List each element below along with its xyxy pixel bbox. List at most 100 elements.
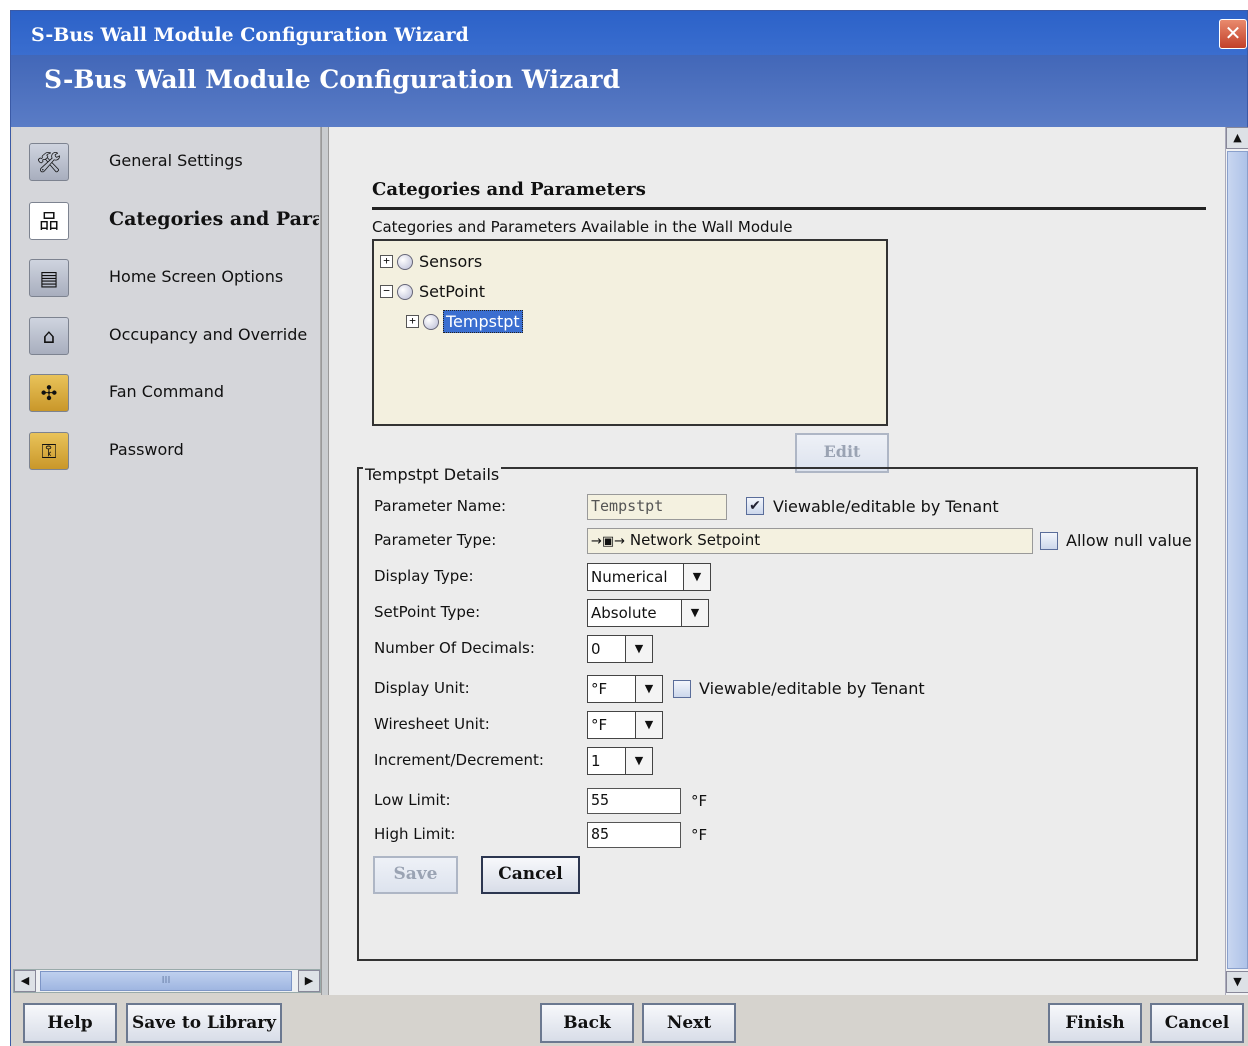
sidebar-item-label: Password bbox=[109, 440, 184, 459]
display-type-select[interactable]: Numerical ▼ bbox=[587, 563, 711, 591]
display-type-value: Numerical bbox=[591, 568, 668, 586]
sidebar-item-label: Categories and Parameters bbox=[109, 208, 319, 230]
section-divider bbox=[372, 207, 1206, 210]
tree-node-tempstpt[interactable]: + Tempstpt bbox=[406, 310, 523, 335]
cancel-details-button[interactable]: Cancel bbox=[481, 856, 580, 894]
node-circle-icon bbox=[397, 253, 413, 270]
sidebar-item-home-screen-options[interactable]: ▤ Home Screen Options bbox=[13, 251, 321, 303]
expand-icon[interactable]: + bbox=[406, 315, 419, 328]
node-circle-icon bbox=[423, 313, 439, 330]
save-button[interactable]: Save bbox=[373, 856, 458, 894]
sidebar-item-password[interactable]: ⚿ Password bbox=[13, 424, 321, 476]
chevron-down-icon[interactable]: ▼ bbox=[635, 712, 662, 738]
tree-node-label: SetPoint bbox=[419, 282, 485, 301]
high-limit-label: High Limit: bbox=[374, 825, 456, 843]
parameter-name-field[interactable]: Tempstpt bbox=[587, 494, 727, 520]
setpoint-type-select[interactable]: Absolute ▼ bbox=[587, 599, 709, 627]
finish-button[interactable]: Finish bbox=[1048, 1003, 1142, 1043]
save-to-library-button[interactable]: Save to Library bbox=[126, 1003, 282, 1043]
setpoint-type-label: SetPoint Type: bbox=[374, 603, 481, 621]
wizard-heading: S-Bus Wall Module Configuration Wizard bbox=[44, 65, 621, 94]
sidebar-item-label: Fan Command bbox=[109, 382, 224, 401]
main-panel: Categories and Parameters Categories and… bbox=[329, 127, 1225, 995]
chevron-down-icon[interactable]: ▼ bbox=[683, 564, 710, 590]
settings-icon: 🛠 bbox=[29, 143, 69, 181]
node-circle-icon bbox=[397, 283, 413, 300]
sidebar-item-occupancy-and-override[interactable]: ⌂ Occupancy and Override bbox=[13, 309, 321, 361]
increment-label: Increment/Decrement: bbox=[374, 751, 544, 769]
sidebar-item-label: Home Screen Options bbox=[109, 267, 284, 286]
pane-splitter[interactable] bbox=[321, 127, 329, 995]
wiresheet-unit-select[interactable]: °F ▼ bbox=[587, 711, 663, 739]
setpoint-type-value: Absolute bbox=[591, 604, 657, 622]
parameter-type-label: Parameter Type: bbox=[374, 531, 497, 549]
scroll-thumb[interactable] bbox=[1227, 151, 1248, 969]
tree-caption: Categories and Parameters Available in t… bbox=[372, 218, 793, 236]
low-limit-unit: °F bbox=[691, 792, 708, 810]
wiresheet-unit-value: °F bbox=[591, 716, 608, 734]
category-tree: + Sensors − SetPoint + Tempstpt bbox=[372, 239, 888, 426]
next-button[interactable]: Next bbox=[642, 1003, 736, 1043]
sidebar: 🛠 General Settings 品 Categories and Para… bbox=[13, 127, 321, 979]
chevron-down-icon[interactable]: ▼ bbox=[635, 676, 662, 702]
close-icon[interactable]: ✕ bbox=[1219, 19, 1247, 49]
details-legend: Tempstpt Details bbox=[363, 465, 502, 484]
scroll-down-icon[interactable]: ▼ bbox=[1226, 971, 1248, 993]
tree-node-label: Sensors bbox=[419, 252, 483, 271]
display-type-label: Display Type: bbox=[374, 567, 474, 585]
tree-node-label: Tempstpt bbox=[443, 310, 523, 333]
display-unit-select[interactable]: °F ▼ bbox=[587, 675, 663, 703]
chevron-down-icon[interactable]: ▼ bbox=[625, 748, 652, 774]
occupancy-icon: ⌂ bbox=[29, 317, 69, 355]
sidebar-horizontal-scrollbar[interactable]: ◀ III ▶ bbox=[13, 969, 321, 993]
chevron-down-icon[interactable]: ▼ bbox=[625, 636, 652, 662]
sidebar-item-general-settings[interactable]: 🛠 General Settings bbox=[13, 135, 321, 187]
parameter-type-field: →▣→ Network Setpoint bbox=[587, 528, 1033, 554]
chevron-down-icon[interactable]: ▼ bbox=[681, 600, 708, 626]
decimals-select[interactable]: 0 ▼ bbox=[587, 635, 653, 663]
scroll-up-icon[interactable]: ▲ bbox=[1226, 127, 1248, 149]
footer-bar: Help Save to Library Back Next Finish Ca… bbox=[11, 995, 1248, 1046]
sidebar-item-fan-command[interactable]: ✣ Fan Command bbox=[13, 366, 321, 418]
viewable-tenant-label: Viewable/editable by Tenant bbox=[773, 497, 999, 516]
window-title: S-Bus Wall Module Configuration Wizard bbox=[31, 24, 469, 46]
allow-null-checkbox[interactable] bbox=[1040, 532, 1058, 550]
sidebar-item-categories-and-parameters[interactable]: 品 Categories and Parameters bbox=[13, 194, 321, 246]
increment-value: 1 bbox=[591, 752, 601, 770]
display-unit-label: Display Unit: bbox=[374, 679, 470, 697]
display-unit-value: °F bbox=[591, 680, 608, 698]
sidebar-item-label: General Settings bbox=[109, 151, 243, 170]
section-title: Categories and Parameters bbox=[372, 179, 646, 200]
expand-icon[interactable]: + bbox=[380, 255, 393, 268]
display-unit-viewable-checkbox[interactable] bbox=[673, 680, 691, 698]
hierarchy-icon: 品 bbox=[29, 202, 69, 240]
title-bar: S-Bus Wall Module Configuration Wizard bbox=[11, 11, 1247, 61]
parameter-name-label: Parameter Name: bbox=[374, 497, 507, 515]
tree-node-setpoint[interactable]: − SetPoint bbox=[380, 281, 487, 305]
wiresheet-unit-label: Wiresheet Unit: bbox=[374, 715, 490, 733]
allow-null-label: Allow null value bbox=[1066, 531, 1192, 550]
collapse-icon[interactable]: − bbox=[380, 285, 393, 298]
wizard-window: S-Bus Wall Module Configuration Wizard ✕… bbox=[10, 10, 1248, 1046]
main-vertical-scrollbar[interactable]: ▲ ▼ bbox=[1225, 127, 1248, 995]
cancel-wizard-button[interactable]: Cancel bbox=[1150, 1003, 1244, 1043]
home-screen-icon: ▤ bbox=[29, 259, 69, 297]
decimals-value: 0 bbox=[591, 640, 601, 658]
back-button[interactable]: Back bbox=[540, 1003, 634, 1043]
display-unit-viewable-label: Viewable/editable by Tenant bbox=[699, 679, 925, 698]
scroll-thumb[interactable]: III bbox=[40, 971, 292, 991]
parameter-type-value: Network Setpoint bbox=[629, 531, 761, 549]
help-button[interactable]: Help bbox=[23, 1003, 117, 1043]
low-limit-input[interactable]: 55 bbox=[587, 788, 681, 814]
scroll-right-icon[interactable]: ▶ bbox=[298, 970, 320, 992]
viewable-tenant-checkbox[interactable]: ✔ bbox=[746, 497, 764, 515]
key-icon: ⚿ bbox=[29, 432, 69, 470]
scroll-left-icon[interactable]: ◀ bbox=[14, 970, 36, 992]
low-limit-label: Low Limit: bbox=[374, 791, 451, 809]
high-limit-input[interactable]: 85 bbox=[587, 822, 681, 848]
decimals-label: Number Of Decimals: bbox=[374, 639, 535, 657]
network-setpoint-icon: →▣→ bbox=[591, 534, 626, 549]
tree-node-sensors[interactable]: + Sensors bbox=[380, 251, 484, 275]
increment-select[interactable]: 1 ▼ bbox=[587, 747, 653, 775]
header-band: S-Bus Wall Module Configuration Wizard bbox=[11, 55, 1247, 127]
